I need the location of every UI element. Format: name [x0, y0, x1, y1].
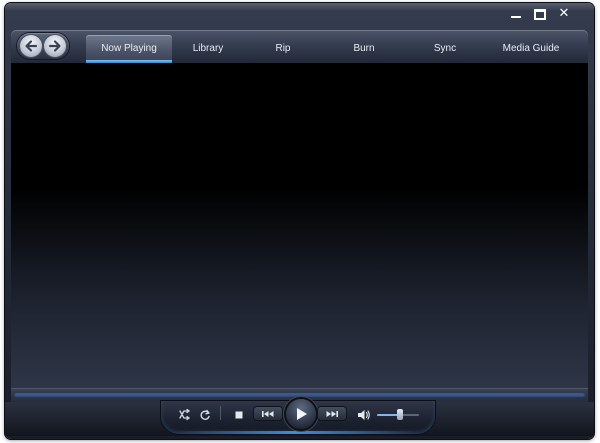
previous-icon — [262, 410, 274, 417]
stop-button[interactable] — [231, 408, 247, 422]
tab-label: Burn — [353, 43, 375, 54]
shuffle-icon — [179, 409, 191, 421]
stop-icon — [235, 411, 243, 419]
tab-sync[interactable]: Sync — [423, 35, 467, 62]
tab-burn[interactable]: Burn — [341, 35, 387, 62]
tab-label: Rip — [275, 43, 291, 54]
caption-buttons: ✕ — [504, 7, 576, 21]
tab-label: Sync — [433, 43, 457, 54]
previous-button[interactable] — [254, 407, 282, 420]
tab-label: Media Guide — [502, 43, 560, 54]
volume-slider-thumb[interactable] — [397, 409, 404, 420]
play-icon — [297, 408, 307, 420]
tab-library[interactable]: Library — [181, 35, 235, 62]
volume-icon — [358, 409, 370, 420]
minimize-icon — [511, 16, 521, 18]
tab-rip[interactable]: Rip — [263, 35, 303, 62]
next-button[interactable] — [318, 407, 346, 420]
close-icon: ✕ — [558, 6, 570, 21]
next-icon — [326, 410, 338, 417]
tab-label: Library — [192, 43, 224, 54]
minimize-button[interactable] — [504, 7, 528, 21]
repeat-button[interactable] — [197, 408, 213, 422]
play-button[interactable] — [286, 399, 316, 429]
tab-strip: Now Playing Library Rip Burn Sync Media … — [11, 30, 588, 63]
maximize-button[interactable] — [528, 7, 552, 21]
tab-label: Now Playing — [101, 43, 157, 54]
seek-track — [14, 392, 585, 397]
control-divider — [220, 406, 221, 420]
close-button[interactable]: ✕ — [552, 7, 576, 21]
repeat-icon — [200, 409, 210, 420]
tab-media-guide[interactable]: Media Guide — [495, 35, 567, 62]
maximize-icon — [534, 8, 546, 20]
tab-now-playing[interactable]: Now Playing — [86, 35, 172, 63]
mute-button[interactable] — [355, 407, 373, 422]
navigation-bar: Now Playing Library Rip Burn Sync Media … — [11, 30, 588, 63]
video-display-area[interactable] — [11, 63, 588, 388]
shuffle-button[interactable] — [177, 408, 193, 422]
transport-glow — [170, 431, 420, 434]
